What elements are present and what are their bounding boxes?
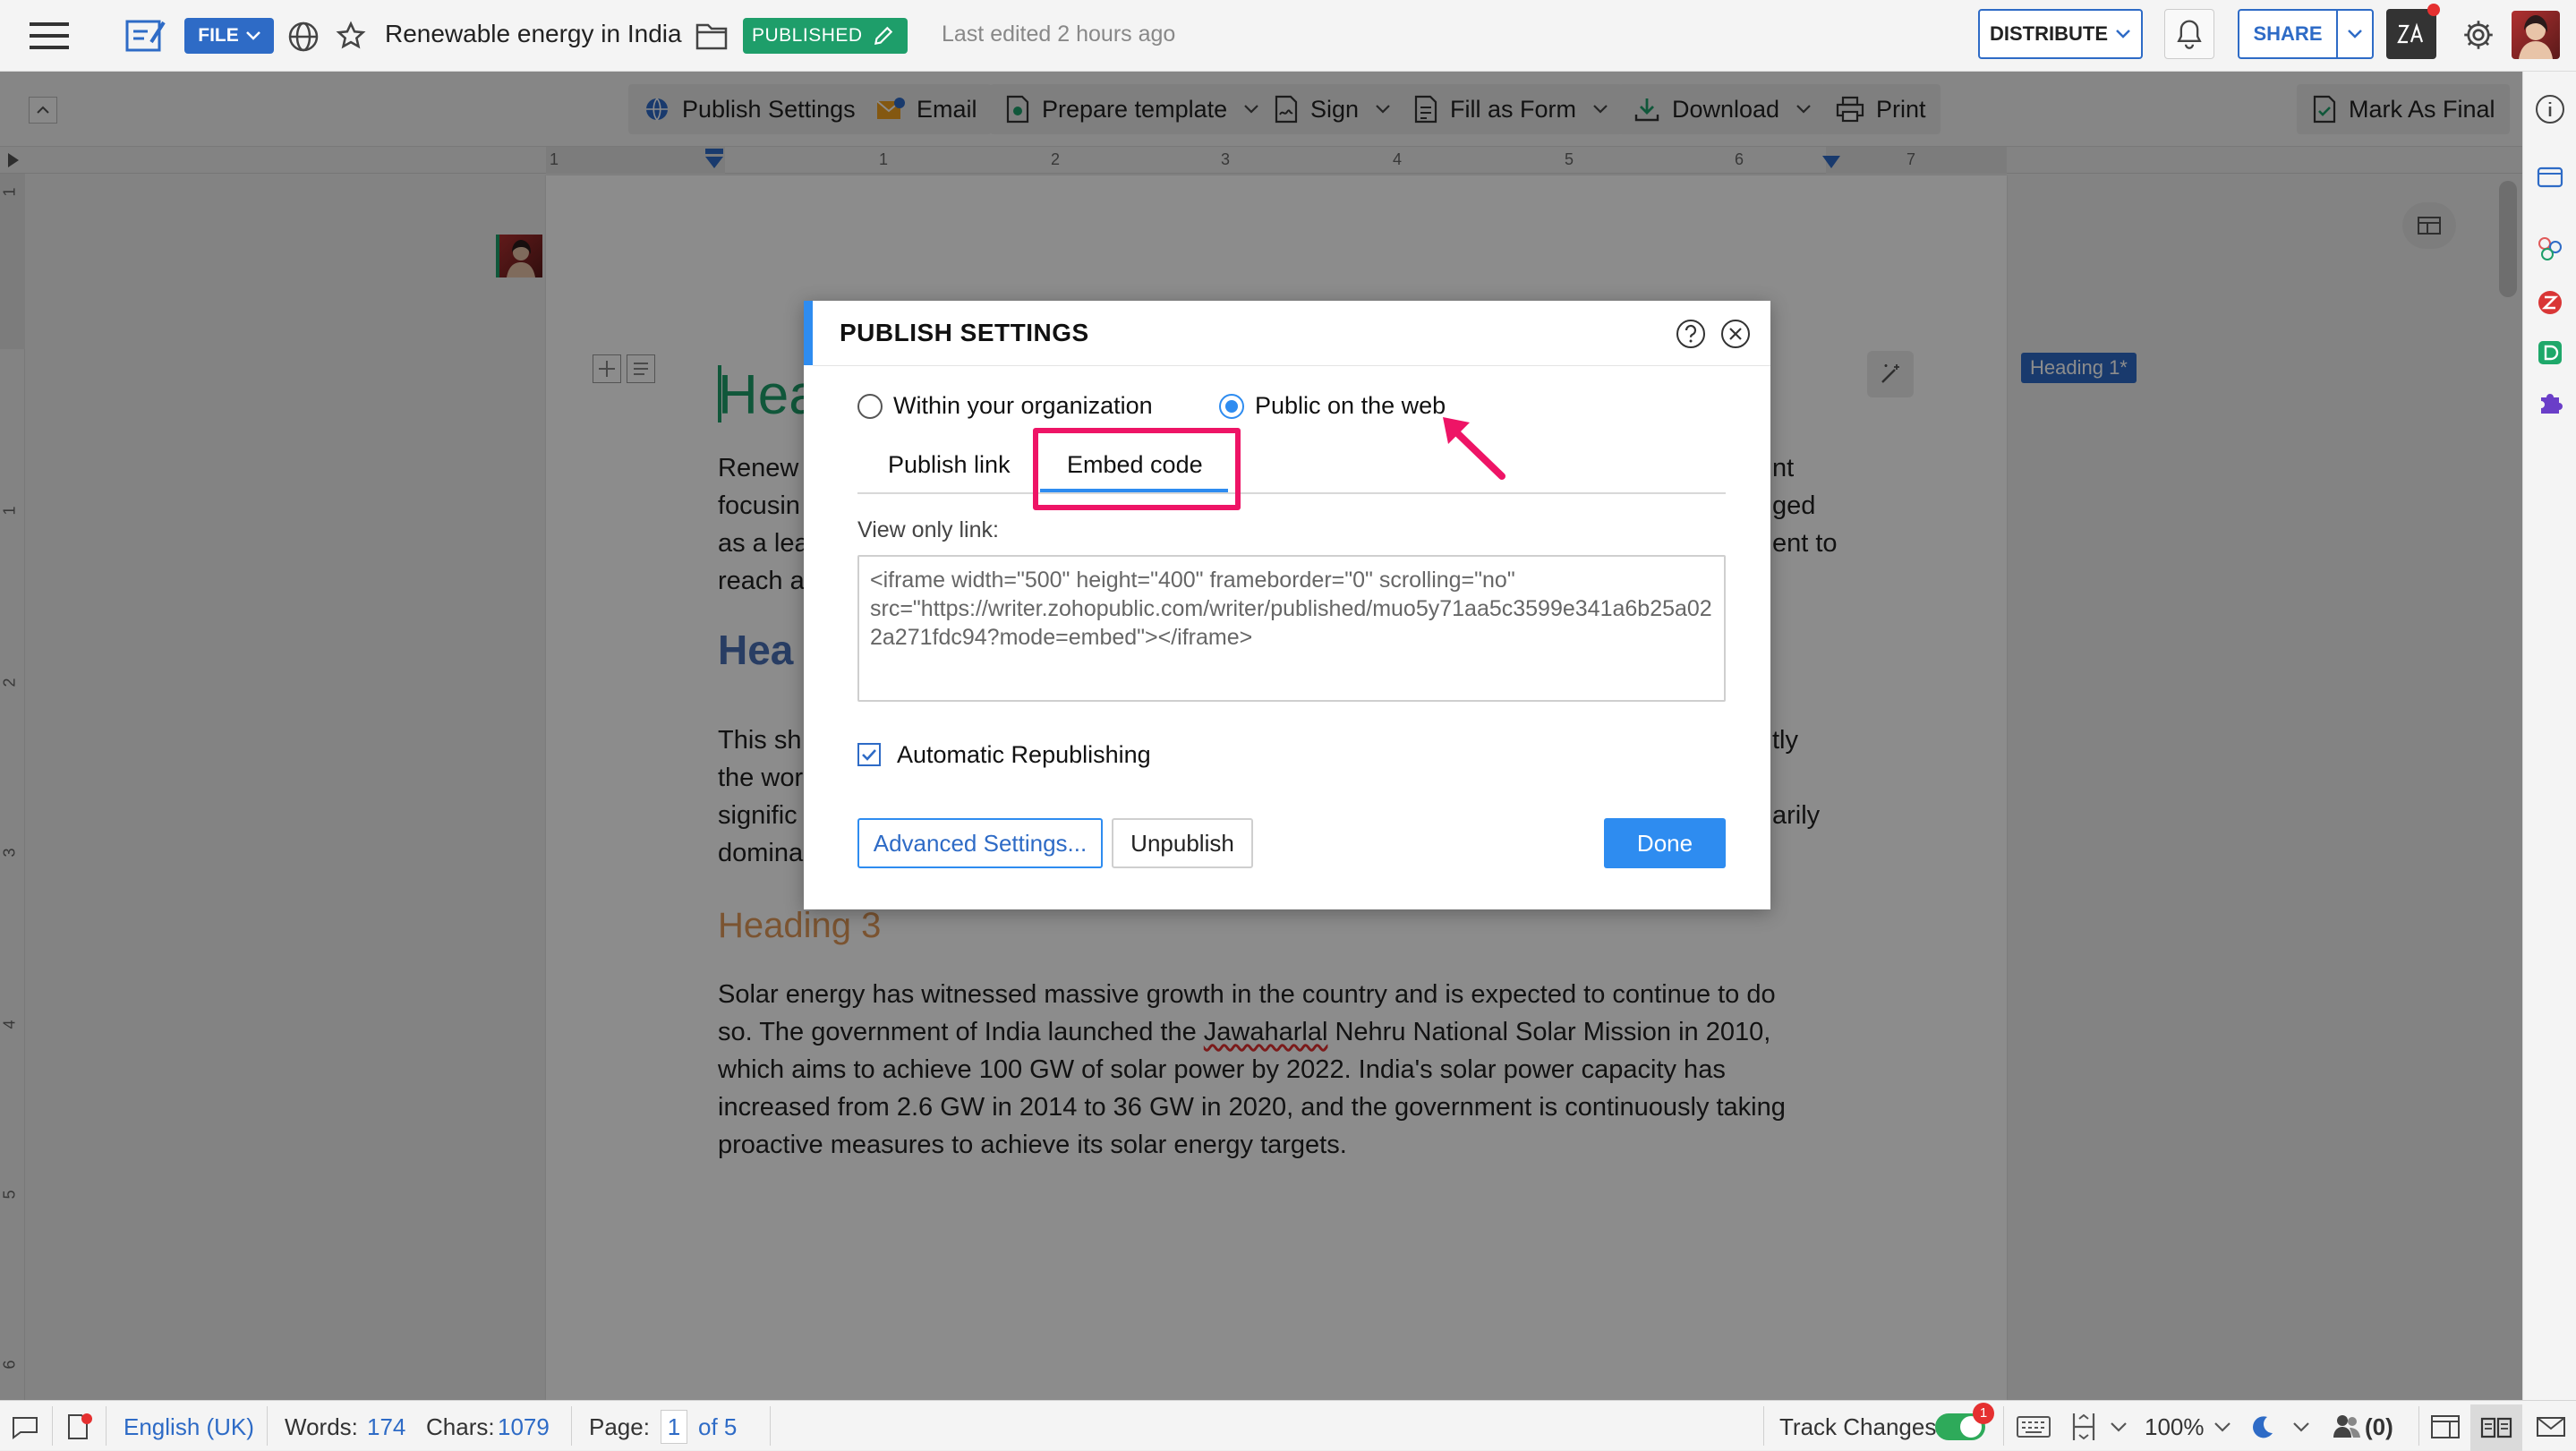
status-separator xyxy=(2003,1406,2004,1446)
help-icon[interactable] xyxy=(1676,319,1706,349)
share-label: SHARE xyxy=(2253,22,2323,45)
reading-view-icon[interactable] xyxy=(2470,1404,2522,1451)
status-separator xyxy=(571,1406,572,1446)
unpublish-button[interactable]: Unpublish xyxy=(1112,818,1253,868)
document-error-icon[interactable] xyxy=(61,1410,97,1444)
writer-app-icon[interactable] xyxy=(122,14,168,57)
radio-public-on-web-label[interactable]: Public on the web xyxy=(1255,392,1446,420)
radio-public-on-web[interactable] xyxy=(1219,394,1244,419)
collaborators-icon[interactable] xyxy=(2331,1410,2363,1442)
zoom-level[interactable]: 100% xyxy=(2145,1413,2205,1441)
chevron-down-icon[interactable] xyxy=(2213,1419,2232,1435)
integrations-icon[interactable] xyxy=(2534,233,2566,265)
page-total: of 5 xyxy=(698,1413,738,1440)
status-separator xyxy=(2418,1406,2419,1446)
view-only-link-label: View only link: xyxy=(857,517,999,542)
track-changes-count-badge: 1 xyxy=(1973,1403,1994,1424)
share-button[interactable]: SHARE xyxy=(2238,9,2336,59)
right-sidebar xyxy=(2522,72,2576,1400)
gear-icon[interactable] xyxy=(2456,13,2501,57)
user-avatar[interactable] xyxy=(2512,11,2560,59)
chars-label: Chars: xyxy=(426,1413,495,1440)
chevron-down-icon xyxy=(2348,30,2362,38)
info-icon[interactable] xyxy=(2534,93,2566,125)
radio-within-organization[interactable] xyxy=(857,394,883,419)
page-label: Page: xyxy=(589,1413,650,1440)
advanced-settings-button[interactable]: Advanced Settings... xyxy=(857,818,1103,868)
status-separator xyxy=(1763,1406,1764,1446)
star-icon[interactable] xyxy=(333,18,369,54)
docs-app-icon[interactable] xyxy=(2536,338,2564,367)
chevron-down-icon xyxy=(245,31,260,40)
words-count: 174 xyxy=(367,1413,406,1440)
tabs-underline xyxy=(857,492,1726,494)
bell-icon[interactable] xyxy=(2164,9,2214,59)
unpublish-label: Unpublish xyxy=(1130,829,1234,857)
mail-icon[interactable] xyxy=(2533,1410,2569,1444)
publish-settings-dialog: PUBLISH SETTINGS Within your organizatio… xyxy=(804,301,1770,909)
comments-panel-icon[interactable] xyxy=(2534,161,2566,193)
done-label: Done xyxy=(1636,829,1693,857)
chars-count: 1079 xyxy=(498,1413,550,1440)
notification-dot xyxy=(2427,4,2440,16)
status-separator xyxy=(52,1406,53,1446)
tab-publish-link[interactable]: Publish link xyxy=(888,451,1011,479)
page-fit-icon[interactable] xyxy=(2068,1410,2100,1444)
distribute-label: DISTRIBUTE xyxy=(1990,22,2108,45)
dark-mode-icon[interactable] xyxy=(2247,1412,2279,1442)
zoho-app-icon[interactable] xyxy=(2536,288,2564,317)
last-edited-text: Last edited 2 hours ago xyxy=(942,21,1176,47)
page-current: 1 xyxy=(667,1413,681,1440)
published-badge-label: PUBLISHED xyxy=(752,25,863,46)
keyboard-icon[interactable] xyxy=(2014,1412,2053,1442)
dialog-title: PUBLISH SETTINGS xyxy=(840,319,1089,346)
language-selector[interactable]: English (UK) xyxy=(124,1413,254,1441)
published-badge[interactable]: PUBLISHED xyxy=(743,18,908,54)
done-button[interactable]: Done xyxy=(1604,818,1726,868)
pencil-icon xyxy=(874,26,892,46)
file-menu-button[interactable]: FILE xyxy=(184,18,274,54)
status-separator xyxy=(106,1406,107,1446)
chat-icon[interactable] xyxy=(7,1410,43,1444)
advanced-settings-label: Advanced Settings... xyxy=(873,829,1088,857)
dialog-header-divider xyxy=(813,365,1770,366)
status-separator xyxy=(770,1406,771,1446)
dialog-accent-bar xyxy=(804,301,813,365)
globe-icon[interactable] xyxy=(285,18,322,55)
zia-assistant-icon[interactable] xyxy=(2386,9,2436,59)
auto-republish-checkbox[interactable] xyxy=(857,743,881,766)
annotation-arrow xyxy=(1437,412,1509,483)
share-options-button[interactable] xyxy=(2336,9,2374,59)
file-menu-label: FILE xyxy=(198,25,239,46)
puzzle-extension-icon[interactable] xyxy=(2534,387,2566,419)
page-number-input[interactable]: 1 xyxy=(661,1410,687,1444)
distribute-button[interactable]: DISTRIBUTE xyxy=(1978,9,2143,59)
document-title[interactable]: Renewable energy in India xyxy=(385,20,682,48)
track-changes-label: Track Changes xyxy=(1779,1413,1937,1440)
chevron-down-icon[interactable] xyxy=(2109,1419,2128,1435)
radio-within-organization-label[interactable]: Within your organization xyxy=(893,392,1153,420)
top-bar: FILE Renewable energy in India PUBLISHED… xyxy=(0,0,2576,72)
layout-view-icon[interactable] xyxy=(2427,1412,2463,1442)
hamburger-menu-icon[interactable] xyxy=(27,18,72,54)
chevron-down-icon[interactable] xyxy=(2291,1419,2311,1435)
chevron-down-icon xyxy=(2116,30,2130,38)
words-label: Words: xyxy=(285,1413,358,1440)
annotation-highlight-box xyxy=(1033,428,1241,510)
status-separator xyxy=(267,1406,268,1446)
track-badge-value: 1 xyxy=(1979,1405,1988,1421)
close-icon[interactable] xyxy=(1720,319,1751,349)
collaborators-count: (0) xyxy=(2365,1413,2393,1440)
auto-republish-label[interactable]: Automatic Republishing xyxy=(897,741,1151,769)
status-bar: English (UK) Words: 174 Chars: 1079 Page… xyxy=(0,1400,2576,1451)
embed-code-textarea[interactable]: <iframe width="500" height="400" framebo… xyxy=(857,555,1726,702)
folder-icon[interactable] xyxy=(693,18,730,54)
